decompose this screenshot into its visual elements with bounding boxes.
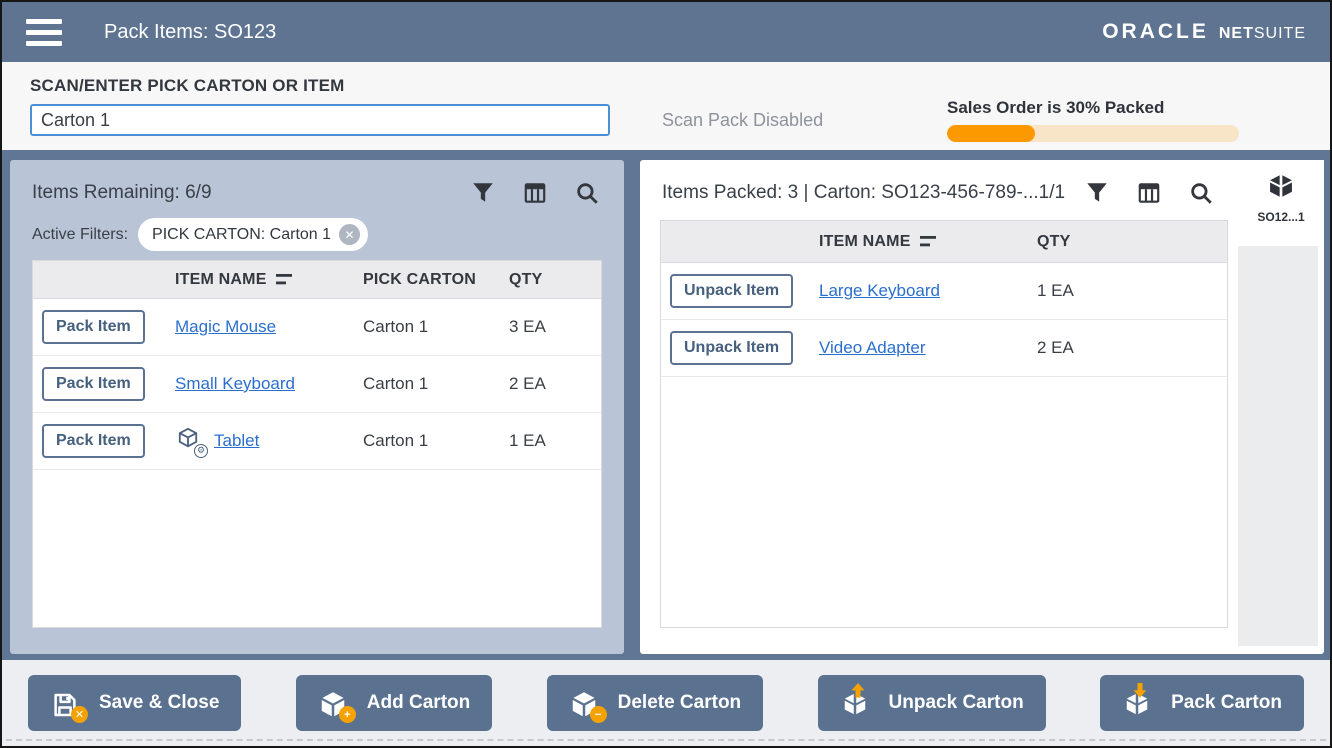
items-packed-title: Items Packed: 3 | Carton: SO123-456-789-… bbox=[662, 182, 1084, 204]
pack-item-button[interactable]: Pack Item bbox=[42, 367, 145, 401]
unpack-carton-button[interactable]: Unpack Carton bbox=[818, 675, 1046, 731]
table-header: ITEM NAME PICK CARTON QTY bbox=[33, 261, 601, 299]
plus-badge-icon: + bbox=[339, 706, 356, 723]
gear-icon: ⚙ bbox=[194, 444, 208, 458]
scan-input[interactable] bbox=[30, 104, 610, 136]
col-qty[interactable]: QTY bbox=[1037, 233, 1227, 251]
scan-label: SCAN/ENTER PICK CARTON OR ITEM bbox=[30, 76, 345, 96]
close-badge-icon: ✕ bbox=[71, 706, 88, 723]
table-row: Unpack Item Large Keyboard 1 EA bbox=[661, 263, 1227, 320]
save-close-button[interactable]: ✕ Save & Close bbox=[28, 675, 241, 731]
unpack-item-button[interactable]: Unpack Item bbox=[670, 331, 793, 365]
pick-carton-value: Carton 1 bbox=[363, 317, 509, 337]
carton-tab-strip: SO12...1 bbox=[1238, 160, 1324, 654]
scan-pack-status: Scan Pack Disabled bbox=[662, 110, 823, 131]
item-link[interactable]: Large Keyboard bbox=[819, 281, 940, 301]
items-remaining-panel: Items Remaining: 6/9 Active Filters: PIC… bbox=[10, 160, 624, 654]
col-pick-carton[interactable]: PICK CARTON bbox=[363, 271, 509, 289]
minus-badge-icon: − bbox=[590, 706, 607, 723]
pack-items-app: Pack Items: SO123 ORACLE NETSUITE SCAN/E… bbox=[0, 0, 1332, 748]
sort-icon[interactable] bbox=[920, 235, 937, 248]
filter-chip-label: PICK CARTON: Carton 1 bbox=[152, 226, 331, 244]
filter-chip: PICK CARTON: Carton 1 ✕ bbox=[138, 218, 368, 251]
pack-item-button[interactable]: Pack Item bbox=[42, 424, 145, 458]
qty-value: 3 EA bbox=[509, 317, 601, 337]
main-content: Items Remaining: 6/9 Active Filters: PIC… bbox=[2, 150, 1330, 660]
progress-fill bbox=[947, 125, 1035, 142]
action-bar: ✕ Save & Close + Add Carton − Delete Car… bbox=[2, 660, 1330, 746]
arrow-up-icon bbox=[850, 683, 866, 698]
item-link[interactable]: Small Keyboard bbox=[175, 374, 295, 394]
delete-carton-button[interactable]: − Delete Carton bbox=[547, 675, 764, 731]
qty-value: 2 EA bbox=[1037, 338, 1227, 358]
columns-icon[interactable] bbox=[522, 180, 548, 206]
search-icon[interactable] bbox=[1188, 180, 1214, 206]
scan-section: SCAN/ENTER PICK CARTON OR ITEM Scan Pack… bbox=[2, 62, 1330, 150]
oracle-netsuite-logo: ORACLE NETSUITE bbox=[1102, 20, 1306, 44]
items-packed-panel: Items Packed: 3 | Carton: SO123-456-789-… bbox=[640, 160, 1324, 654]
filter-icon[interactable] bbox=[470, 180, 496, 206]
columns-icon[interactable] bbox=[1136, 180, 1162, 206]
table-row: Pack Item ⚙ Tablet Carton 1 1 EA bbox=[33, 413, 601, 470]
top-bar: Pack Items: SO123 ORACLE NETSUITE bbox=[2, 2, 1330, 62]
progress-bar bbox=[947, 125, 1239, 142]
carton-tab-strip-background bbox=[1238, 246, 1318, 646]
pick-carton-value: Carton 1 bbox=[363, 431, 509, 451]
items-remaining-table: ITEM NAME PICK CARTON QTY Pack Item Magi… bbox=[32, 260, 602, 628]
qty-value: 1 EA bbox=[1037, 281, 1227, 301]
qty-value: 1 EA bbox=[509, 431, 601, 451]
filter-icon[interactable] bbox=[1084, 180, 1110, 206]
pack-progress: Sales Order is 30% Packed bbox=[947, 98, 1239, 142]
item-link[interactable]: Tablet bbox=[214, 431, 259, 451]
arrow-down-icon bbox=[1132, 683, 1148, 698]
open-carton-icon bbox=[1265, 172, 1297, 202]
save-icon: ✕ bbox=[50, 686, 86, 720]
sort-icon[interactable] bbox=[276, 273, 293, 286]
netsuite-wordmark: NET bbox=[1219, 25, 1254, 42]
add-carton-icon: + bbox=[318, 686, 354, 720]
table-header: ITEM NAME QTY bbox=[661, 221, 1227, 263]
bottom-divider bbox=[6, 739, 1326, 741]
page-title: Pack Items: SO123 bbox=[104, 21, 276, 44]
oracle-wordmark: ORACLE bbox=[1102, 20, 1209, 44]
pack-item-button[interactable]: Pack Item bbox=[42, 310, 145, 344]
search-icon[interactable] bbox=[574, 180, 600, 206]
add-carton-button[interactable]: + Add Carton bbox=[296, 675, 492, 731]
carton-tab-label: SO12...1 bbox=[1257, 210, 1304, 224]
pack-carton-icon bbox=[1122, 686, 1158, 720]
table-row: Pack Item Small Keyboard Carton 1 2 EA bbox=[33, 356, 601, 413]
items-remaining-title: Items Remaining: 6/9 bbox=[32, 182, 470, 204]
pack-carton-button[interactable]: Pack Carton bbox=[1100, 675, 1304, 731]
delete-carton-icon: − bbox=[569, 686, 605, 720]
kit-item-icon: ⚙ bbox=[175, 426, 205, 456]
menu-icon[interactable] bbox=[26, 19, 62, 46]
table-row: Pack Item Magic Mouse Carton 1 3 EA bbox=[33, 299, 601, 356]
active-filters-label: Active Filters: bbox=[32, 226, 128, 244]
progress-label: Sales Order is 30% Packed bbox=[947, 98, 1239, 118]
qty-value: 2 EA bbox=[509, 374, 601, 394]
item-link[interactable]: Magic Mouse bbox=[175, 317, 276, 337]
pick-carton-value: Carton 1 bbox=[363, 374, 509, 394]
table-row: Unpack Item Video Adapter 2 EA bbox=[661, 320, 1227, 377]
item-link[interactable]: Video Adapter bbox=[819, 338, 926, 358]
carton-tab[interactable]: SO12...1 bbox=[1238, 160, 1324, 246]
col-item-name[interactable]: ITEM NAME bbox=[175, 271, 267, 289]
col-item-name[interactable]: ITEM NAME bbox=[819, 233, 911, 251]
unpack-carton-icon bbox=[840, 686, 876, 720]
unpack-item-button[interactable]: Unpack Item bbox=[670, 274, 793, 308]
col-qty[interactable]: QTY bbox=[509, 271, 601, 289]
items-packed-table: ITEM NAME QTY Unpack Item Large Keyboard… bbox=[660, 220, 1228, 628]
remove-filter-icon[interactable]: ✕ bbox=[339, 224, 360, 245]
